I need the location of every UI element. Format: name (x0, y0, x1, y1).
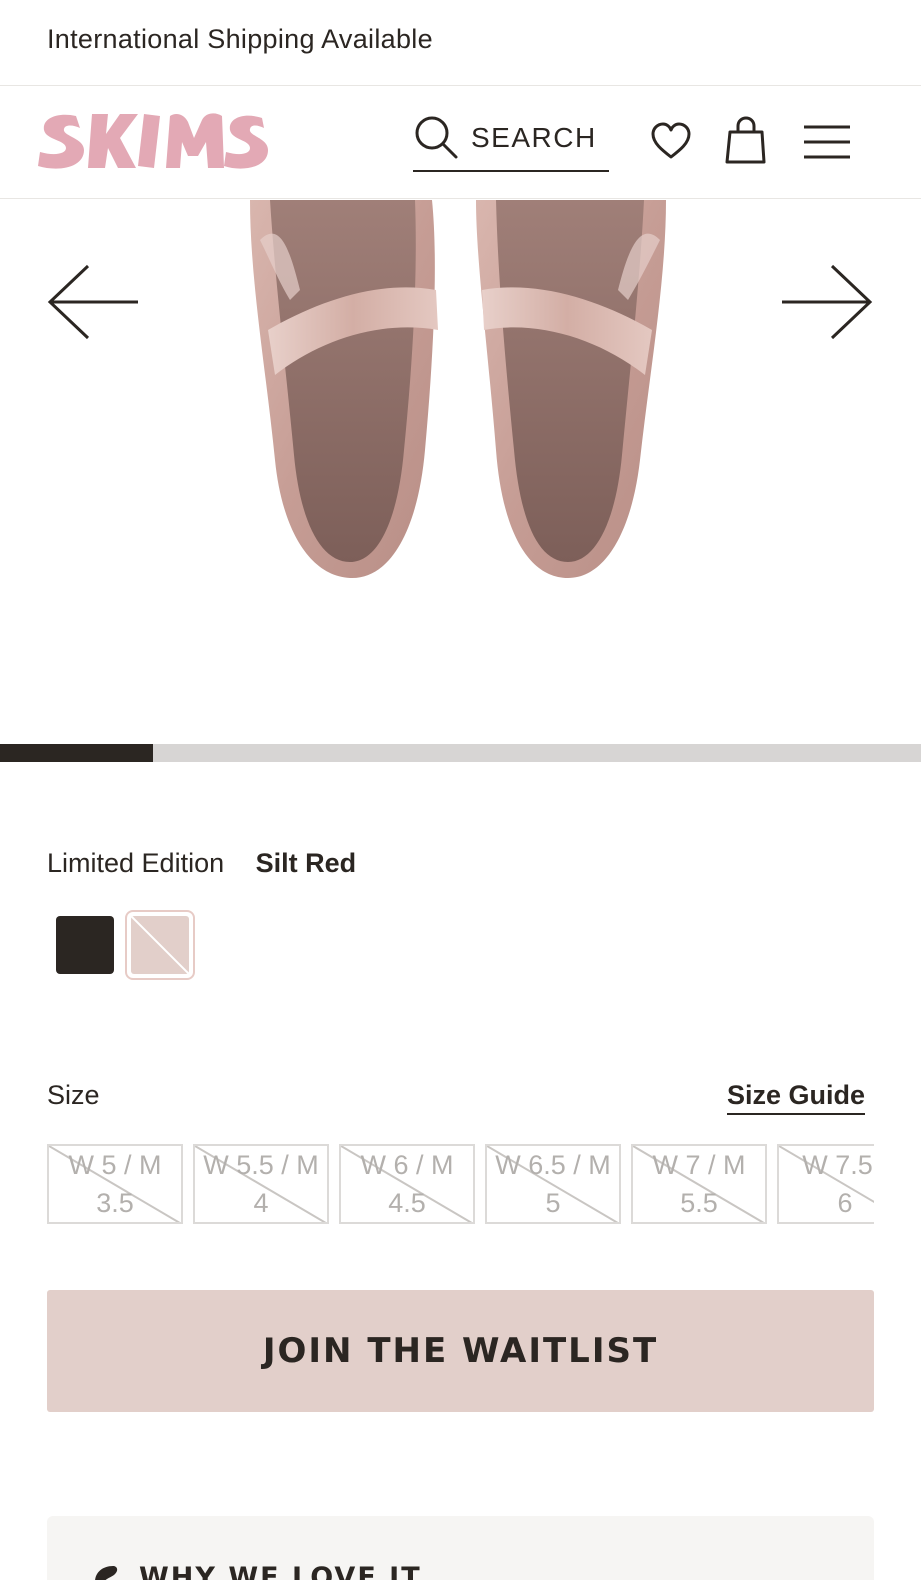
size-option[interactable]: W 6 / M 4.5 (339, 1144, 475, 1224)
size-option[interactable]: W 5 / M 3.5 (47, 1144, 183, 1224)
size-option-line1: W 5.5 / M (203, 1150, 319, 1180)
search-icon (415, 116, 458, 159)
size-option-line2: 4 (253, 1188, 269, 1218)
announcement-bar: International Shipping Available (0, 0, 921, 86)
carousel-progress-fill (0, 744, 153, 762)
menu-icon[interactable] (804, 124, 850, 165)
size-option-line2: 4.5 (388, 1188, 426, 1218)
size-option-line1: W 6.5 / M (495, 1150, 611, 1180)
brush-icon (95, 1566, 118, 1580)
size-option[interactable]: W 5.5 / M 4 (193, 1144, 329, 1224)
search-field[interactable]: SEARCH (413, 110, 609, 172)
size-option[interactable]: W 7 / M 5.5 (631, 1144, 767, 1224)
size-option-line2: 5.5 (680, 1188, 718, 1218)
product-image (250, 200, 666, 579)
color-swatch-black[interactable] (56, 916, 114, 974)
join-waitlist-button[interactable]: JOIN THE WAITLIST (47, 1290, 874, 1412)
site-header: SEARCH (0, 86, 921, 199)
size-option-line2: 6 (837, 1188, 853, 1218)
heart-icon[interactable] (650, 120, 692, 167)
color-edition-label: Limited Edition (47, 848, 225, 878)
size-label: Size (47, 1080, 100, 1110)
announcement-text: International Shipping Available (47, 24, 433, 54)
size-options: W 5 / M 3.5 W 5.5 / M 4 W 6 / M 4.5 W 6.… (47, 1144, 874, 1226)
product-image-carousel[interactable] (0, 200, 921, 738)
size-option[interactable]: W 6.5 / M 5 (485, 1144, 621, 1224)
bag-icon[interactable] (724, 116, 768, 169)
size-guide-link[interactable]: Size Guide (727, 1080, 866, 1115)
size-option-line2: 3.5 (96, 1188, 134, 1218)
search-label: SEARCH (471, 122, 597, 153)
color-swatch-silt-red[interactable] (125, 910, 195, 980)
previous-image-arrow-icon[interactable] (46, 262, 142, 342)
next-image-arrow-icon[interactable] (778, 262, 874, 342)
size-option-line1: W 5 / M (68, 1150, 162, 1180)
why-we-love-it-title: WHY WE LOVE IT (139, 1562, 422, 1580)
selected-color-name: Silt Red (255, 848, 357, 878)
brand-logo[interactable] (36, 110, 268, 172)
size-option-line1: W 6 / M (360, 1150, 454, 1180)
unavailable-slash-icon (131, 916, 189, 974)
size-option-line2: 5 (545, 1188, 561, 1218)
color-label-row: Limited Edition Silt Red (47, 848, 356, 879)
carousel-progress-bar[interactable] (0, 744, 921, 762)
why-we-love-it-card[interactable]: WHY WE LOVE IT (47, 1516, 874, 1580)
join-waitlist-label: JOIN THE WAITLIST (262, 1331, 659, 1371)
size-option-line1: W 7.5 / (802, 1150, 874, 1180)
size-option[interactable]: W 7.5 / 6 (777, 1144, 874, 1224)
size-option-line1: W 7 / M (652, 1150, 746, 1180)
